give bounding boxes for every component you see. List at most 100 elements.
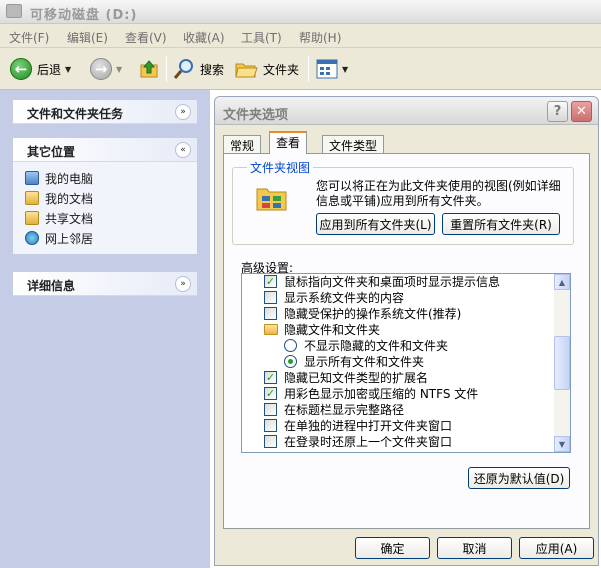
folders-label: 文件夹 xyxy=(263,62,300,77)
cancel-button[interactable]: 取消 xyxy=(437,537,512,559)
toolbar-separator xyxy=(308,56,309,82)
apply-to-all-folders-button[interactable]: 应用到所有文件夹(L) xyxy=(316,213,435,235)
views-button[interactable]: ▼ xyxy=(316,54,348,84)
setting-label: 在标题栏显示完整路径 xyxy=(284,402,405,417)
menu-favorites[interactable]: 收藏(A) xyxy=(183,29,225,46)
shared-folder-icon xyxy=(25,211,39,225)
menu-bar: 文件(F) 编辑(E) 查看(V) 收藏(A) 工具(T) 帮助(H) xyxy=(0,24,601,48)
setting-label: 隐藏已知文件类型的扩展名 xyxy=(284,370,429,385)
folder-views-title: 文件夹视图 xyxy=(247,159,314,176)
window-title-bar: 可移动磁盘 (D:) xyxy=(0,0,601,24)
setting-label: 显示所有文件和文件夹 xyxy=(304,354,425,369)
forward-dropdown-icon[interactable]: ▼ xyxy=(116,65,122,74)
tab-file-types[interactable]: 文件类型 xyxy=(322,135,385,153)
place-label: 共享文档 xyxy=(45,211,94,226)
place-shared-documents[interactable]: 共享文档 xyxy=(25,208,197,228)
task-pane: 文件和文件夹任务 » 其它位置 « 我的电脑 我的文档 共享文档 网上邻居 详细… xyxy=(0,90,210,568)
folders-icon xyxy=(235,63,258,78)
setting-hide-protected-os-files[interactable]: 隐藏受保护的操作系统文件(推荐) xyxy=(264,305,461,321)
setting-show-popup-info[interactable]: ✓ 鼠标指向文件夹和桌面项时显示提示信息 xyxy=(264,274,501,289)
settings-scrollbar[interactable]: ▲ ▼ xyxy=(554,274,570,452)
setting-show-all-files[interactable]: 显示所有文件和文件夹 xyxy=(284,353,424,369)
setting-hide-extensions[interactable]: ✓ 隐藏已知文件类型的扩展名 xyxy=(264,369,428,385)
close-button[interactable]: ✕ xyxy=(571,101,592,122)
menu-help[interactable]: 帮助(H) xyxy=(299,29,341,46)
setting-label: 用彩色显示加密或压缩的 NTFS 文件 xyxy=(284,386,479,401)
setting-do-not-show-hidden[interactable]: 不显示隐藏的文件和文件夹 xyxy=(284,337,448,353)
checkbox-checked[interactable]: ✓ xyxy=(264,370,277,384)
documents-folder-icon xyxy=(25,191,39,205)
expand-chevron-icon[interactable]: » xyxy=(175,276,191,292)
setting-full-path-title[interactable]: 在标题栏显示完整路径 xyxy=(264,401,404,417)
file-folder-tasks-title: 文件和文件夹任务 xyxy=(27,107,124,121)
folder-views-icon xyxy=(256,188,287,211)
up-folder-icon xyxy=(140,60,158,78)
other-places-panel: 其它位置 « 我的电脑 我的文档 共享文档 网上邻居 xyxy=(13,138,197,254)
menu-tools[interactable]: 工具(T) xyxy=(241,29,282,46)
forward-button[interactable]: → ▼ xyxy=(90,54,122,84)
setting-label: 鼠标指向文件夹和桌面项时显示提示信息 xyxy=(284,274,501,289)
setting-show-system-folder-contents[interactable]: 显示系统文件夹的内容 xyxy=(264,289,404,305)
other-places-list: 我的电脑 我的文档 共享文档 网上邻居 xyxy=(13,162,197,254)
back-button[interactable]: ← 后退 ▼ xyxy=(10,54,71,84)
radio-unselected[interactable] xyxy=(284,338,297,352)
other-places-header[interactable]: 其它位置 « xyxy=(13,138,197,162)
help-button[interactable]: ? xyxy=(547,101,568,122)
scrollbar-thumb[interactable] xyxy=(554,336,570,390)
computer-icon xyxy=(25,171,39,185)
expand-chevron-icon[interactable]: » xyxy=(175,104,191,120)
dialog-title: 文件夹选项 xyxy=(223,108,289,123)
back-dropdown-icon[interactable]: ▼ xyxy=(65,65,71,74)
search-button[interactable]: 搜索 xyxy=(172,54,224,84)
dialog-title-bar[interactable]: 文件夹选项 ? ✕ xyxy=(215,97,598,125)
other-places-title: 其它位置 xyxy=(27,145,76,159)
ok-button[interactable]: 确定 xyxy=(355,537,430,559)
checkbox-unchecked[interactable] xyxy=(264,418,277,432)
setting-label: 不显示隐藏的文件和文件夹 xyxy=(304,338,449,353)
menu-file[interactable]: 文件(F) xyxy=(9,29,49,46)
folders-button[interactable]: 文件夹 xyxy=(234,54,299,84)
drive-icon xyxy=(6,4,22,18)
toolbar-separator xyxy=(166,56,167,82)
place-label: 网上邻居 xyxy=(45,231,94,246)
checkbox-unchecked[interactable] xyxy=(264,434,277,448)
apply-button[interactable]: 应用(A) xyxy=(519,537,594,559)
checkbox-checked[interactable]: ✓ xyxy=(264,386,277,400)
search-icon xyxy=(173,59,193,79)
details-panel: 详细信息 » xyxy=(13,272,197,296)
details-title: 详细信息 xyxy=(27,279,76,293)
setting-hidden-files-group: 隐藏文件和文件夹 xyxy=(264,321,380,337)
setting-label: 在登录时还原上一个文件夹窗口 xyxy=(284,434,453,449)
restore-defaults-button[interactable]: 还原为默认值(D) xyxy=(468,467,570,489)
place-network[interactable]: 网上邻居 xyxy=(25,228,197,248)
back-label: 后退 xyxy=(37,62,62,77)
search-label: 搜索 xyxy=(200,62,225,77)
scroll-up-icon[interactable]: ▲ xyxy=(554,274,570,290)
checkbox-unchecked[interactable] xyxy=(264,402,277,416)
radio-selected[interactable] xyxy=(284,354,297,368)
advanced-settings-tree[interactable]: ✓ 鼠标指向文件夹和桌面项时显示提示信息 显示系统文件夹的内容 隐藏受保护的操作… xyxy=(241,273,571,453)
up-folder-button[interactable] xyxy=(138,54,160,84)
collapse-chevron-icon[interactable]: « xyxy=(175,142,191,158)
details-header[interactable]: 详细信息 » xyxy=(13,272,197,296)
setting-restore-windows[interactable]: 在登录时还原上一个文件夹窗口 xyxy=(264,433,452,449)
setting-separate-process[interactable]: 在单独的进程中打开文件夹窗口 xyxy=(264,417,452,433)
menu-view[interactable]: 查看(V) xyxy=(125,29,167,46)
toolbar: ← 后退 ▼ → ▼ 搜索 文件夹 ▼ xyxy=(0,48,601,90)
file-folder-tasks-header[interactable]: 文件和文件夹任务 » xyxy=(13,100,197,124)
tab-general[interactable]: 常规 xyxy=(223,135,262,153)
setting-color-ntfs[interactable]: ✓ 用彩色显示加密或压缩的 NTFS 文件 xyxy=(264,385,478,401)
views-dropdown-icon[interactable]: ▼ xyxy=(342,65,348,74)
reset-all-folders-button[interactable]: 重置所有文件夹(R) xyxy=(442,213,560,235)
checkbox-unchecked[interactable] xyxy=(264,306,277,320)
place-my-documents[interactable]: 我的文档 xyxy=(25,188,197,208)
checkbox-checked[interactable]: ✓ xyxy=(264,274,277,288)
scroll-down-icon[interactable]: ▼ xyxy=(554,436,570,452)
place-my-computer[interactable]: 我的电脑 xyxy=(25,168,197,188)
forward-arrow-icon: → xyxy=(90,58,112,80)
views-icon xyxy=(316,59,338,79)
checkbox-unchecked[interactable] xyxy=(264,290,277,304)
tab-view[interactable]: 查看 xyxy=(269,131,308,154)
menu-edit[interactable]: 编辑(E) xyxy=(67,29,108,46)
setting-label: 隐藏文件和文件夹 xyxy=(284,322,381,337)
